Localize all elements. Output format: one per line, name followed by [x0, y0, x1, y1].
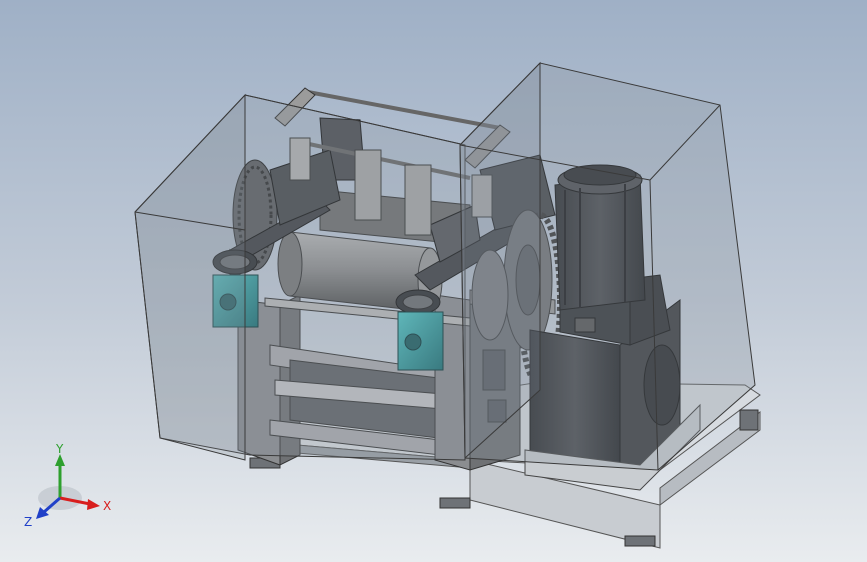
x-axis-arrowhead: [87, 499, 100, 510]
z-axis-label: Z: [24, 515, 32, 529]
y-axis-label: Y: [55, 442, 64, 456]
graphics-viewport[interactable]: Y X Z: [0, 0, 867, 562]
left-guard-enclosure[interactable]: [134, 93, 466, 461]
coordinate-triad: Y X Z: [24, 442, 111, 529]
x-axis-label: X: [103, 499, 111, 513]
right-guard-enclosure[interactable]: [459, 61, 756, 471]
3d-model-scene[interactable]: [0, 0, 867, 562]
